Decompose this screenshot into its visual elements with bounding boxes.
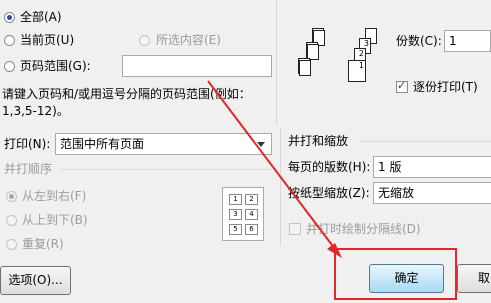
annotation-arrow-icon (207, 80, 342, 258)
